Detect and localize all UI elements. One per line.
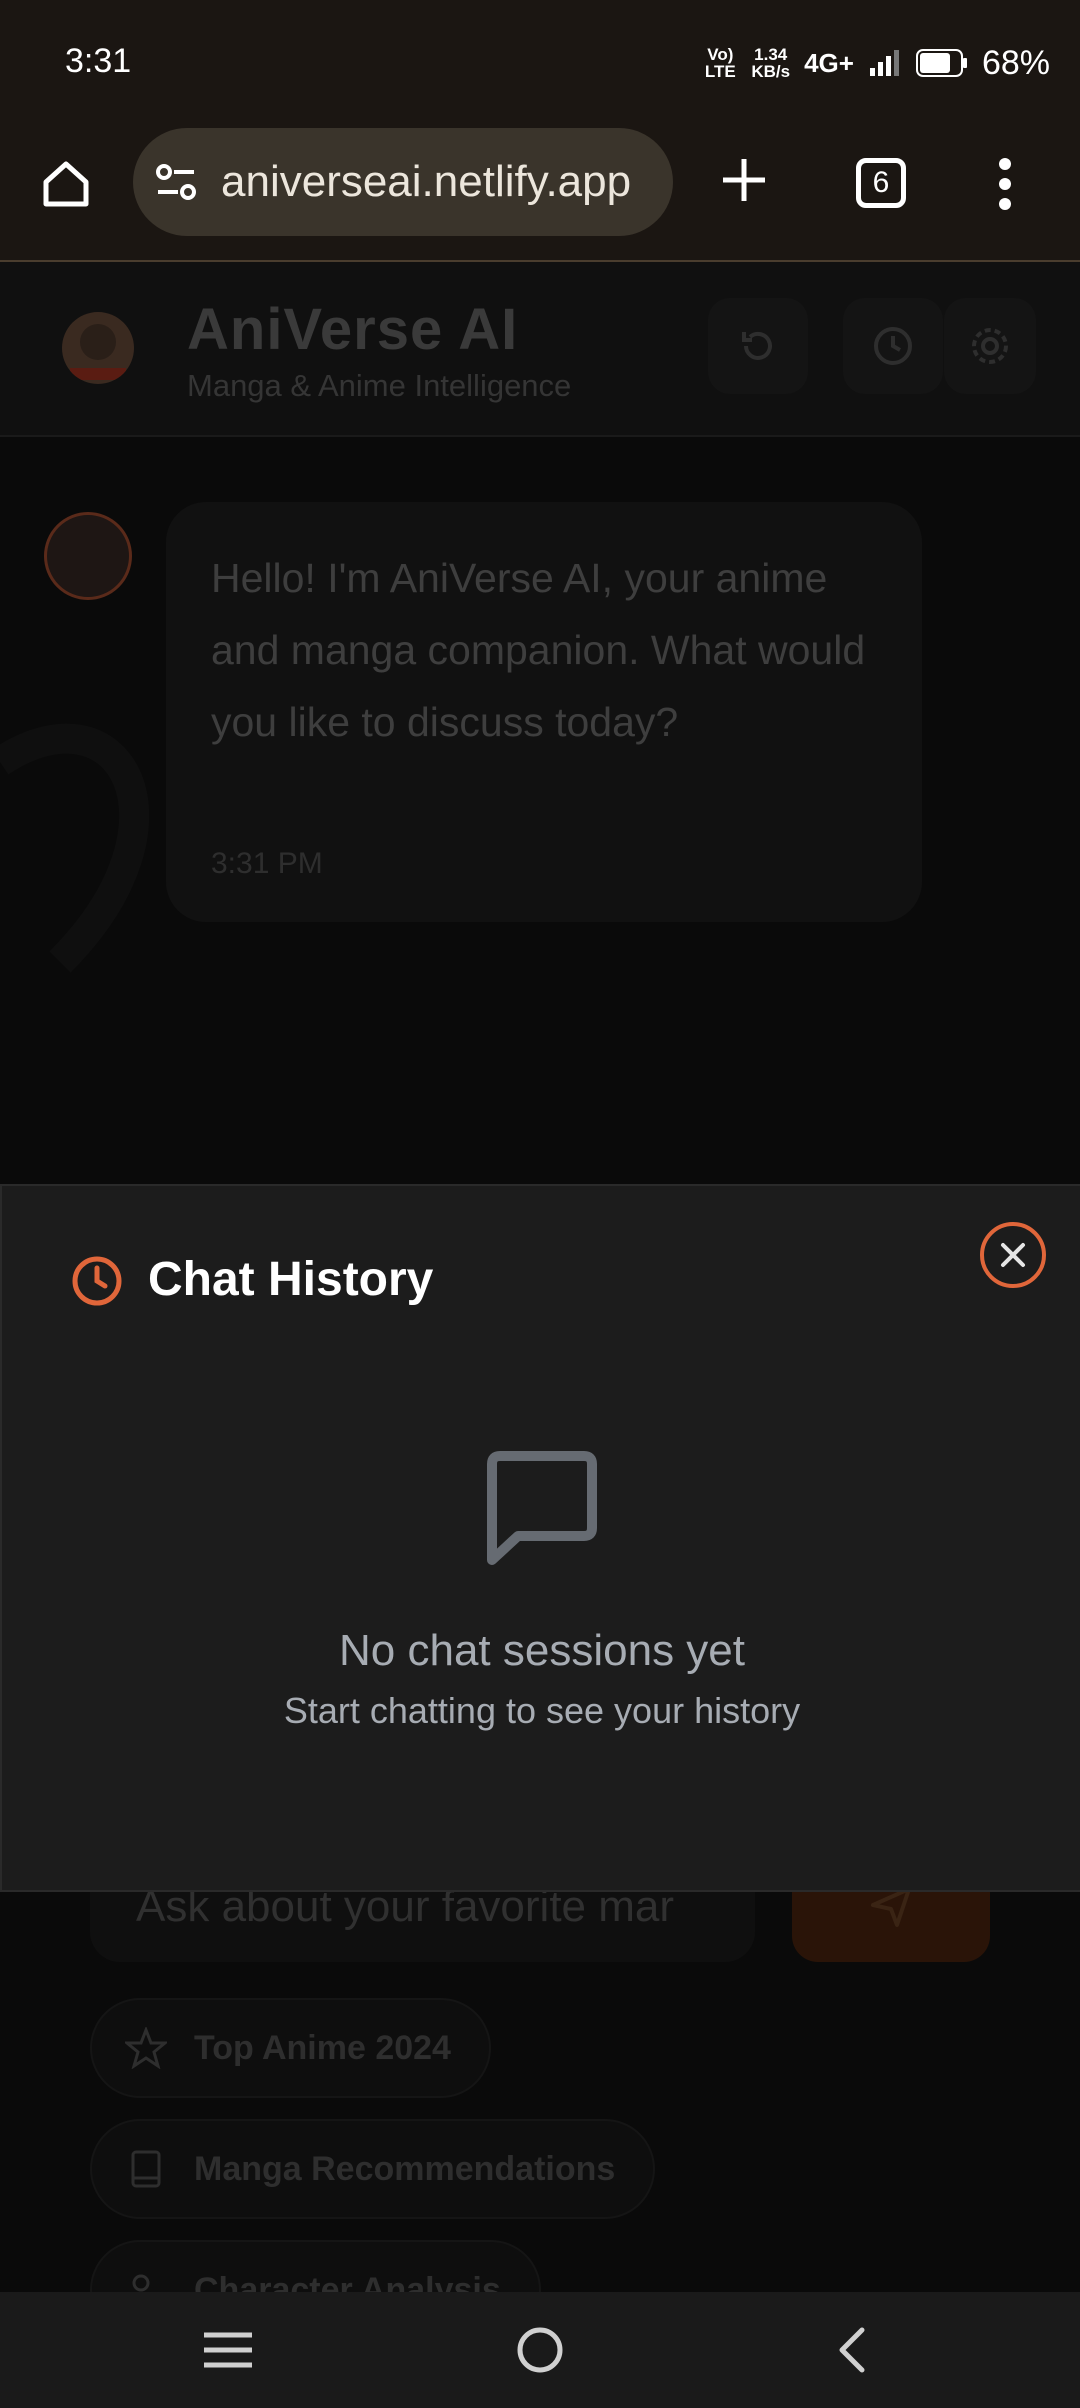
bot-avatar	[44, 512, 132, 600]
signal-icon	[869, 50, 899, 76]
settings-button[interactable]	[944, 298, 1036, 394]
suggestion-label: Manga Recommendations	[194, 2149, 616, 2188]
network-speed-unit: KB/s	[751, 62, 791, 81]
chat-history-modal: Chat History No chat sessions yet Start …	[0, 1184, 1080, 1892]
web-page: AniVerse AI Manga & Anime Intelligence H…	[0, 262, 1080, 2292]
app-title: AniVerse AI	[187, 297, 519, 362]
network-speed: 1.34 KB/s	[751, 46, 790, 80]
circle-icon	[517, 2327, 563, 2373]
home-nav-button[interactable]	[508, 2318, 572, 2382]
network-speed-value: 1.34	[754, 45, 788, 64]
star-icon	[124, 2026, 168, 2070]
status-time: 3:31	[65, 42, 132, 80]
suggestion-label: Character Analysis	[194, 2270, 501, 2293]
empty-state-title: No chat sessions yet	[339, 1626, 745, 1675]
app-logo	[62, 312, 134, 384]
history-button[interactable]	[843, 298, 943, 394]
more-vert-icon	[999, 158, 1011, 210]
back-nav-button[interactable]	[820, 2318, 884, 2382]
reset-chat-button[interactable]	[708, 298, 808, 394]
system-nav-bar	[0, 2292, 1080, 2408]
url-text: aniverseai.netlify.app	[221, 157, 632, 206]
suggestion-top-anime[interactable]: Top Anime 2024	[90, 1998, 491, 2098]
suggestion-character-analysis[interactable]: Character Analysis	[90, 2240, 541, 2292]
site-settings-icon[interactable]	[151, 157, 201, 207]
book-icon	[124, 2147, 168, 2191]
new-tab-button[interactable]	[712, 144, 776, 216]
battery-percent: 68%	[981, 43, 1050, 82]
history-clock-icon	[72, 1256, 122, 1306]
app-subtitle: Manga & Anime Intelligence	[187, 368, 572, 403]
home-button[interactable]	[30, 148, 102, 220]
message-square-icon	[487, 1451, 597, 1565]
tab-switcher-button[interactable]: 6	[856, 158, 906, 208]
address-bar[interactable]: aniverseai.netlify.app	[133, 128, 673, 236]
bot-message-text: Hello! I'm AniVerse AI, your anime and m…	[211, 555, 866, 745]
bot-message-bubble: Hello! I'm AniVerse AI, your anime and m…	[166, 502, 922, 922]
app-header: AniVerse AI Manga & Anime Intelligence	[0, 262, 1080, 437]
close-icon	[1001, 1243, 1025, 1267]
battery-icon	[915, 49, 967, 77]
empty-state-subtitle: Start chatting to see your history	[283, 1690, 801, 1731]
status-icons: Vo) LTE 1.34 KB/s 4G+ 68%	[703, 38, 1050, 88]
refresh-icon	[742, 331, 772, 360]
suggestion-manga-recommendations[interactable]: Manga Recommendations	[90, 2119, 656, 2219]
status-bar: 3:31 Vo) LTE 1.34 KB/s 4G+ 68%	[0, 0, 1080, 118]
network-type: 4G+	[804, 47, 854, 78]
gear-icon	[972, 328, 1008, 364]
bot-message-time: 3:31 PM	[211, 847, 323, 880]
home-icon	[43, 161, 89, 207]
recent-apps-button[interactable]	[196, 2318, 260, 2382]
clock-icon	[874, 327, 912, 365]
browser-toolbar: aniverseai.netlify.app 6	[0, 118, 1080, 262]
menu-icon	[204, 2332, 252, 2368]
suggestion-label: Top Anime 2024	[194, 2028, 451, 2067]
users-icon	[124, 2268, 168, 2292]
close-modal-button[interactable]	[980, 1222, 1046, 1288]
chevron-left-icon	[839, 2327, 865, 2373]
plus-icon	[723, 159, 765, 201]
browser-menu-button[interactable]	[985, 148, 1025, 220]
volte-indicator: Vo) LTE	[704, 45, 736, 81]
modal-title: Chat History	[148, 1253, 434, 1306]
